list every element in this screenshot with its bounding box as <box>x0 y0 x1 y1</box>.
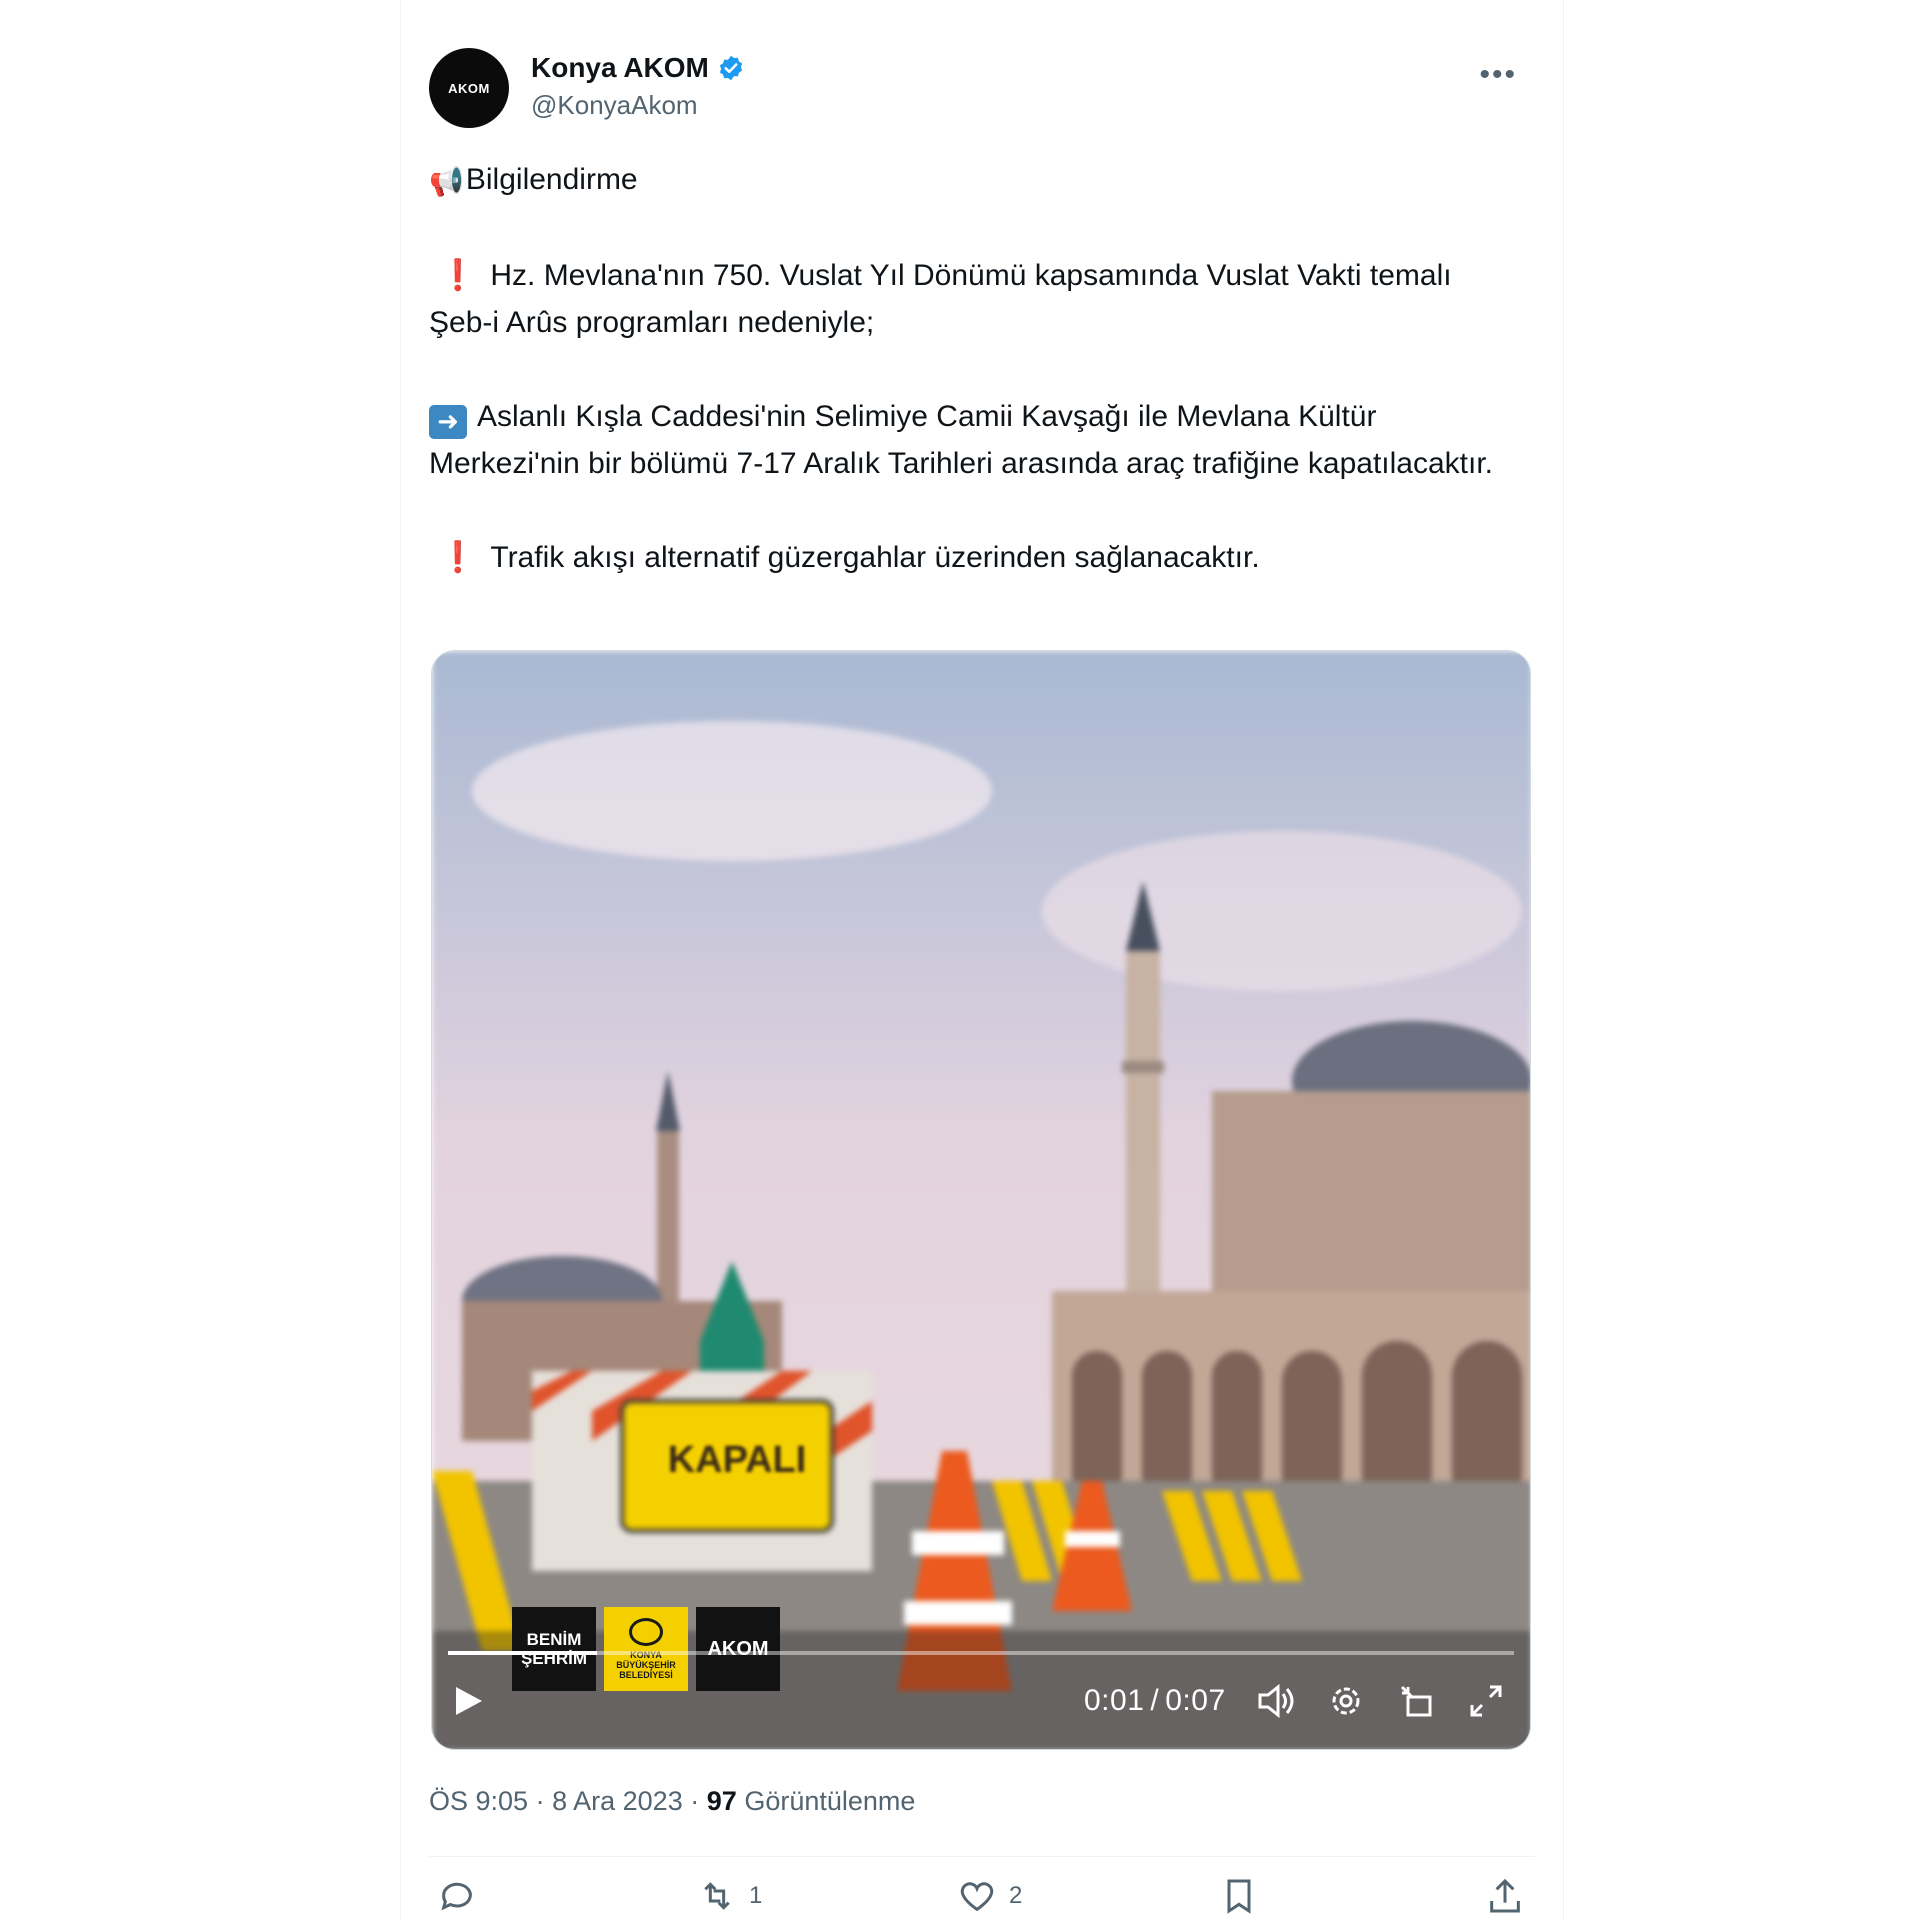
meta-separator: · <box>690 1786 700 1816</box>
tweet-meta: ÖS 9:05 · 8 Ara 2023 · 97 Görüntülenme <box>429 1786 915 1817</box>
megaphone-icon: 📢 <box>429 166 464 197</box>
video-time: 0:01 / 0:07 <box>1084 1679 1226 1723</box>
verified-badge-icon <box>719 55 742 81</box>
tweet-date[interactable]: 8 Ara 2023 <box>552 1786 683 1816</box>
tweet-paragraph-2: ➜ Aslanlı Kışla Caddesi'nin Selimiye Cami… <box>429 393 1509 487</box>
meta-separator: · <box>535 1786 545 1816</box>
tweet-paragraph-1: ❗ Hz. Mevlana'nın 750. Vuslat Yıl Dönümü … <box>429 252 1509 346</box>
author-names: Konya AKOM @KonyaAkom <box>531 52 745 121</box>
retweet-count: 1 <box>749 1882 763 1909</box>
tweet-time[interactable]: ÖS 9:05 <box>429 1786 528 1816</box>
duration: 0:07 <box>1165 1684 1226 1717</box>
handle[interactable]: @KonyaAkom <box>531 90 745 121</box>
like-icon <box>960 1882 994 1912</box>
like-count: 2 <box>1009 1882 1023 1909</box>
exclamation-icon: ❗ <box>439 259 477 292</box>
avatar-text: AKOM <box>448 80 490 96</box>
views-label: Görüntülenme <box>744 1786 916 1816</box>
retweet-icon <box>704 1882 730 1910</box>
progress-bar[interactable] <box>448 1651 1514 1655</box>
settings-icon[interactable] <box>1328 1679 1372 1723</box>
divider <box>429 1856 1535 1857</box>
current-time: 0:01 <box>1084 1684 1145 1717</box>
reply-button[interactable] <box>437 1876 489 1916</box>
tweet-heading: 📢Bilgilendirme <box>429 156 1509 205</box>
retweet-button[interactable]: 1 <box>697 1876 762 1916</box>
view-count: 97 <box>706 1786 737 1816</box>
right-arrow-icon: ➜ <box>429 404 467 439</box>
paragraph-2-text: Aslanlı Kışla Caddesi'nin Selimiye Camii… <box>429 400 1494 480</box>
more-icon[interactable]: ••• <box>1479 58 1517 92</box>
avatar[interactable]: AKOM <box>429 48 509 128</box>
heading-text: Bilgilendirme <box>465 163 638 196</box>
share-icon <box>1490 1878 1520 1913</box>
share-button[interactable] <box>1485 1876 1525 1916</box>
video-player[interactable]: KAPALI BENİM ŞEHRİM KONYA BÜYÜKŞEHİR BEL… <box>431 650 1531 1750</box>
time-separator: / <box>1150 1684 1160 1717</box>
volume-icon[interactable] <box>1256 1679 1300 1723</box>
closed-sign-text: KAPALI <box>667 1439 807 1481</box>
tweet-text: 📢Bilgilendirme ❗ Hz. Mevlana'nın 750. Vus… <box>429 156 1509 581</box>
tweet-paragraph-3: ❗ Trafik akışı alternatif güzergahlar üze… <box>429 534 1509 581</box>
paragraph-3-text: Trafik akışı alternatif güzergahlar üzer… <box>490 541 1260 574</box>
tweet-header: AKOM Konya AKOM @KonyaAkom ••• <box>429 48 1535 132</box>
fullscreen-icon[interactable] <box>1468 1679 1512 1723</box>
display-name[interactable]: Konya AKOM <box>531 52 709 84</box>
reply-icon <box>441 1882 472 1911</box>
tweet-actions: 1 2 <box>429 1876 1535 1920</box>
tweet-card: AKOM Konya AKOM @KonyaAkom ••• 📢Bilgilen… <box>400 0 1564 1920</box>
video-frame <box>432 651 1530 1749</box>
bookmark-button[interactable] <box>1219 1876 1259 1916</box>
progress-fill <box>448 1651 598 1655</box>
bookmark-icon <box>1227 1879 1251 1914</box>
like-button[interactable]: 2 <box>957 1876 1022 1916</box>
player-controls: 0:01 / 0:07 <box>432 1599 1530 1749</box>
play-icon[interactable] <box>454 1679 494 1723</box>
paragraph-1-text: Hz. Mevlana'nın 750. Vuslat Yıl Dönümü k… <box>429 259 1452 339</box>
pip-icon[interactable] <box>1398 1679 1442 1723</box>
exclamation-icon: ❗ <box>439 541 477 574</box>
